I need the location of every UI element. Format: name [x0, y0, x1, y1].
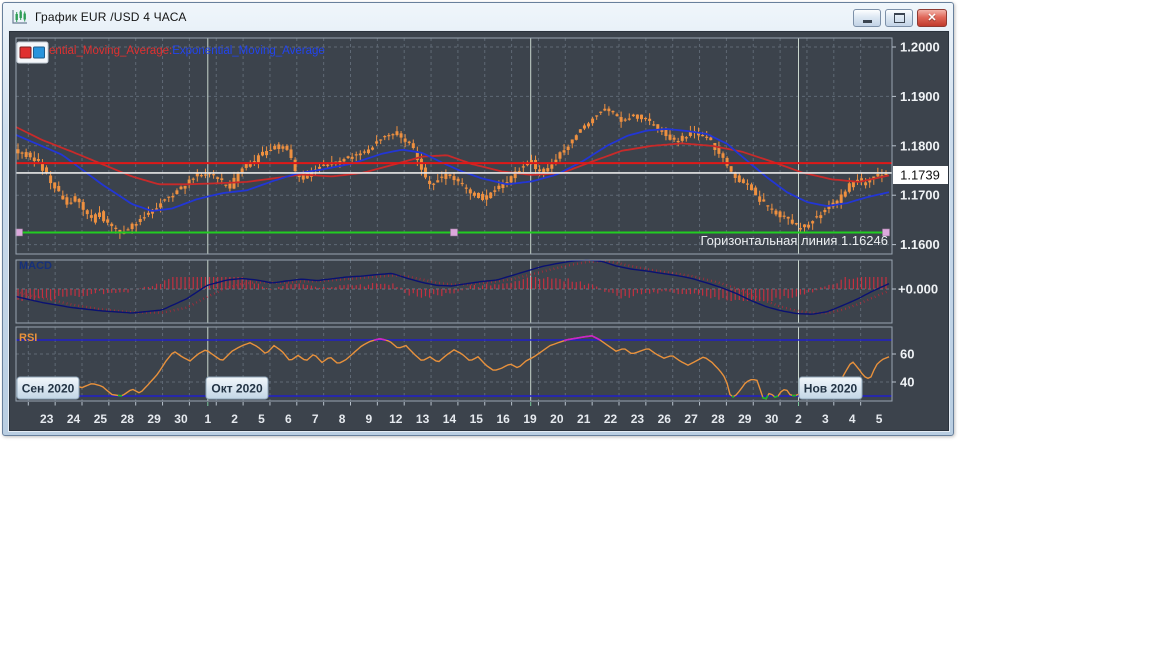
- day-label: 19: [523, 412, 537, 426]
- day-label: 23: [40, 412, 54, 426]
- chart-window: График EUR /USD 4 ЧАСА ✕ Горизонтальная …: [2, 2, 954, 436]
- day-label: 2: [795, 412, 802, 426]
- day-label: 28: [121, 412, 135, 426]
- rsi-axis-label: 40: [900, 375, 914, 390]
- axes: 1.2000 1.1900 1.1800 1.1700 1.1600 +0.000 60 40: [892, 40, 940, 390]
- day-label: 14: [443, 412, 457, 426]
- macd-label: MACD: [19, 260, 52, 272]
- indicator-legend: ential_Moving_Average:Exponential_Moving…: [16, 41, 325, 64]
- rsi-axis-label: 60: [900, 347, 914, 362]
- price-axis-label: 1.1700: [900, 188, 940, 203]
- line-drag-handle[interactable]: [450, 228, 458, 237]
- month-label: Сен 2020: [22, 382, 75, 396]
- day-label: 25: [94, 412, 108, 426]
- rsi-pane: RSI: [15, 332, 892, 400]
- day-label: 5: [876, 412, 883, 426]
- window-title: График EUR /USD 4 ЧАСА: [35, 9, 187, 24]
- legend-text: ential_Moving_Average:Exponential_Moving…: [49, 45, 325, 57]
- candlesticks: [16, 103, 888, 239]
- day-label: 2: [231, 412, 238, 426]
- title-bar[interactable]: График EUR /USD 4 ЧАСА ✕: [3, 3, 953, 30]
- current-price-value: 1.1739: [900, 168, 940, 183]
- day-label: 7: [312, 412, 319, 426]
- legend-swatch-red[interactable]: [19, 46, 32, 59]
- day-label: 23: [631, 412, 645, 426]
- maximize-button[interactable]: [885, 9, 913, 27]
- day-label: 21: [577, 412, 591, 426]
- pane-borders: [15, 37, 893, 402]
- minimize-icon: [862, 20, 872, 23]
- day-label: 29: [738, 412, 752, 426]
- day-label: 24: [67, 412, 81, 426]
- day-label: 27: [684, 412, 698, 426]
- day-label: 20: [550, 412, 564, 426]
- day-label: 12: [389, 412, 403, 426]
- day-label: 13: [416, 412, 430, 426]
- day-label: 28: [711, 412, 725, 426]
- candlestick-chart-icon: [12, 9, 27, 24]
- day-label: 3: [822, 412, 829, 426]
- day-label: 5: [258, 412, 265, 426]
- price-axis-label: 1.2000: [900, 40, 940, 55]
- rsi-label: RSI: [19, 332, 37, 344]
- day-label: 30: [174, 412, 188, 426]
- day-label: 16: [496, 412, 510, 426]
- price-axis-label: 1.1600: [900, 237, 940, 252]
- maximize-icon: [893, 13, 905, 23]
- price-axis-label: 1.1900: [900, 89, 940, 104]
- day-label: 26: [658, 412, 672, 426]
- day-label: 22: [604, 412, 618, 426]
- day-label: 15: [470, 412, 484, 426]
- price-axis-label: 1.1800: [900, 138, 940, 153]
- chart-canvas[interactable]: Горизонтальная линия 1.16246 ential_Movin…: [10, 32, 948, 430]
- month-label: Окт 2020: [211, 382, 263, 396]
- month-label: Нов 2020: [804, 382, 858, 396]
- legend-swatch-blue[interactable]: [33, 46, 45, 59]
- close-icon: ✕: [927, 11, 937, 24]
- moving-averages: [15, 126, 890, 212]
- day-label: 8: [339, 412, 346, 426]
- green-horizontal-line[interactable]: Горизонтальная линия 1.16246: [15, 228, 890, 248]
- line-drag-handle[interactable]: [15, 228, 23, 237]
- day-label: 1: [204, 412, 211, 426]
- time-axis[interactable]: 23 24 25 28 29 30 1 2 5 6 7 8 9 12 13 14 15 16 19 20 21 22 23 2…: [27, 402, 883, 426]
- hline-label: Горизонтальная линия 1.16246: [700, 233, 888, 248]
- grid-lines: [16, 38, 892, 401]
- day-label: 4: [849, 412, 856, 426]
- chart-client-area[interactable]: Горизонтальная линия 1.16246 ential_Movin…: [8, 30, 950, 432]
- close-button[interactable]: ✕: [917, 9, 947, 27]
- current-price-tag: 1.1739: [893, 166, 948, 184]
- minimize-button[interactable]: [853, 9, 881, 27]
- day-label: 9: [366, 412, 373, 426]
- day-label: 30: [765, 412, 779, 426]
- day-label: 6: [285, 412, 292, 426]
- macd-pane: MACD: [15, 259, 890, 315]
- day-label: 29: [147, 412, 161, 426]
- macd-axis-label: +0.000: [898, 282, 938, 297]
